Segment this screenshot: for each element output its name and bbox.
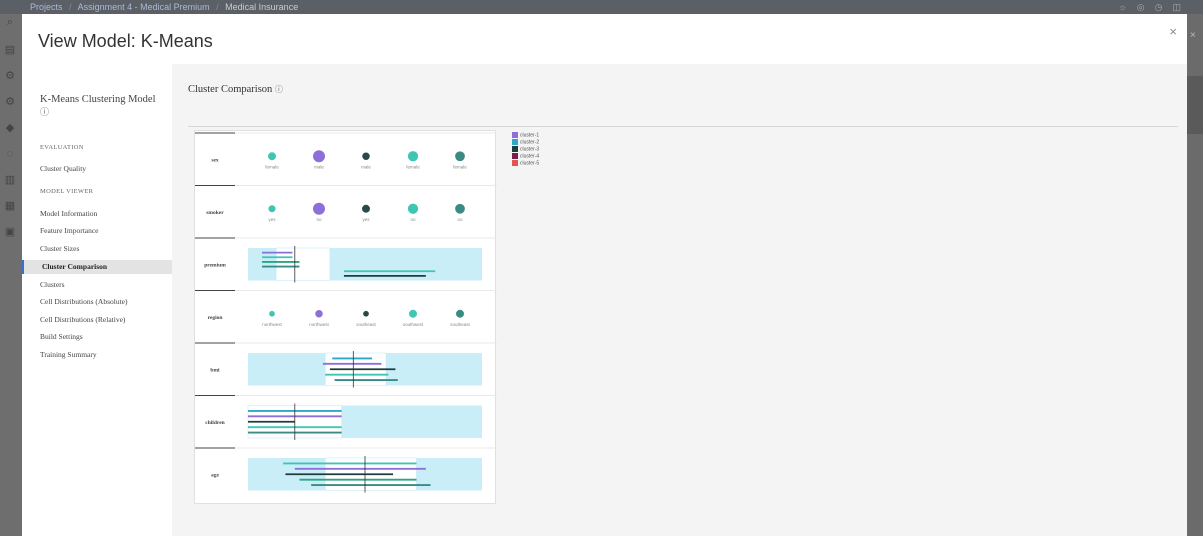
- breadcrumb-item-current: Medical Insurance: [225, 2, 299, 12]
- legend-label: cluster-3: [520, 146, 540, 153]
- category-label: yes: [268, 217, 276, 222]
- info-icon[interactable]: ⓘ: [40, 107, 49, 117]
- category-label: southeast: [450, 322, 470, 327]
- settings-icon: ⚙: [5, 96, 15, 108]
- nav-item-clusters[interactable]: Clusters: [40, 278, 172, 292]
- modal-title: View Model: K-Means: [38, 31, 213, 51]
- breadcrumb-item-assignment: Assignment 4 - Medical Premium: [77, 2, 210, 12]
- cluster-marker: [362, 152, 370, 160]
- chart-icon: ▥: [4, 174, 16, 186]
- category-label: northwest: [262, 322, 282, 327]
- content-title-text: Cluster Comparison: [188, 84, 273, 95]
- cluster-comparison-svg: sex female male male female female smoker yes no…: [195, 132, 497, 493]
- model-title: K-Means Clustering Model ⓘ: [40, 94, 165, 119]
- legend-item: cluster-3: [512, 146, 539, 153]
- category-label: northwest: [309, 322, 329, 327]
- feature-label: sex: [211, 157, 219, 163]
- legend-label: cluster-5: [520, 160, 540, 167]
- legend-swatch: [512, 139, 518, 145]
- nav-item-feature-importance[interactable]: Feature Importance: [40, 224, 172, 238]
- nav-item-training-summary[interactable]: Training Summary: [40, 348, 172, 362]
- category-label: no: [410, 217, 416, 222]
- nav-item-cluster-quality[interactable]: Cluster Quality: [40, 162, 172, 176]
- legend-item: cluster-1: [512, 132, 539, 139]
- category-label: southeast: [356, 322, 376, 327]
- section-evaluation: EVALUATION: [40, 144, 84, 151]
- legend-swatch: [512, 132, 518, 138]
- feature-label: region: [208, 315, 223, 321]
- background-sidebar: ⌕ ▤ ⚙ ⚙ ◆ ◌ ▥ ▦ ▣: [0, 14, 22, 536]
- cluster-marker: [455, 203, 465, 214]
- cluster-marker: [313, 202, 325, 215]
- legend-item: cluster-2: [512, 139, 539, 146]
- category-label: southwest: [403, 322, 424, 327]
- category-label: female: [406, 164, 420, 169]
- cluster-comparison-chart: sex female male male female female smoker yes no…: [194, 130, 497, 504]
- legend-label: cluster-2: [520, 139, 540, 146]
- nav-item-build-settings[interactable]: Build Settings: [40, 330, 172, 344]
- file-icon: ▣: [4, 226, 16, 238]
- legend-label: cluster-1: [520, 132, 540, 139]
- breadcrumb-separator: /: [216, 2, 219, 12]
- legend-item: cluster-5: [512, 160, 539, 167]
- close-icon[interactable]: ×: [1169, 24, 1177, 39]
- modal-header: View Model: K-Means ×: [22, 14, 1187, 64]
- category-label: female: [265, 164, 279, 169]
- background-band: [1185, 76, 1203, 134]
- category-label: yes: [362, 217, 370, 222]
- content-title: Cluster Comparison ⓘ: [188, 84, 283, 95]
- chat-icon: ◌: [6, 148, 14, 160]
- info-icon[interactable]: ⓘ: [275, 85, 283, 94]
- nav-item-model-information[interactable]: Model Information: [40, 207, 172, 221]
- nav-item-cluster-sizes[interactable]: Cluster Sizes: [40, 242, 172, 256]
- category-label: male: [314, 164, 324, 169]
- cluster-marker: [269, 310, 275, 317]
- chart-legend: cluster-1 cluster-2 cluster-3 cluster-4 clus…: [512, 132, 539, 167]
- cluster-marker: [409, 309, 417, 318]
- search-icon: ⌕: [6, 16, 14, 28]
- breadcrumb-separator: /: [69, 2, 72, 12]
- feature-label: children: [205, 420, 224, 426]
- content-divider: [188, 126, 1178, 127]
- cluster-marker: [456, 309, 464, 318]
- background-breadcrumb: Projects / Assignment 4 - Medical Premiu…: [0, 0, 1203, 14]
- category-label: no: [316, 217, 322, 222]
- cluster-marker: [407, 151, 419, 162]
- cluster-marker: [315, 310, 323, 318]
- category-label: no: [457, 217, 463, 222]
- cluster-marker: [363, 310, 369, 317]
- model-title-text: K-Means Clustering Model: [40, 94, 156, 105]
- background-toolbar-icons: ☼◎◷◫: [1118, 2, 1191, 12]
- legend-swatch: [512, 153, 518, 159]
- background-right-panel: ×: [1185, 14, 1203, 536]
- cluster-marker: [455, 151, 465, 162]
- document-icon: ▤: [4, 44, 16, 56]
- cluster-marker: [268, 152, 276, 161]
- table-icon: ▦: [4, 200, 16, 212]
- category-label: female: [453, 164, 467, 169]
- section-model-viewer: MODEL VIEWER: [40, 188, 94, 195]
- legend-swatch: [512, 146, 518, 152]
- gear-icon: ⚙: [5, 70, 15, 82]
- background-close-icon: ×: [1190, 30, 1196, 41]
- feature-label: smoker: [206, 210, 224, 216]
- feature-label: premium: [204, 262, 226, 268]
- feature-label: age: [211, 472, 220, 478]
- legend-label: cluster-4: [520, 153, 540, 160]
- cluster-marker: [313, 150, 325, 163]
- model-viewer-sidenav: K-Means Clustering Model ⓘ EVALUATION Cl…: [22, 64, 172, 536]
- diamond-icon: ◆: [5, 122, 15, 134]
- breadcrumb-item-projects: Projects: [30, 2, 63, 12]
- legend-swatch: [512, 160, 518, 166]
- cluster-marker: [362, 204, 370, 213]
- nav-item-cluster-comparison[interactable]: Cluster Comparison: [22, 260, 172, 274]
- nav-item-cell-distributions-relative[interactable]: Cell Distributions (Relative): [40, 313, 172, 327]
- cluster-marker: [268, 205, 276, 213]
- legend-item: cluster-4: [512, 153, 539, 160]
- nav-item-cell-distributions-absolute[interactable]: Cell Distributions (Absolute): [40, 295, 172, 309]
- feature-label: bmi: [210, 367, 220, 373]
- category-label: male: [361, 164, 371, 169]
- cluster-marker: [407, 203, 419, 214]
